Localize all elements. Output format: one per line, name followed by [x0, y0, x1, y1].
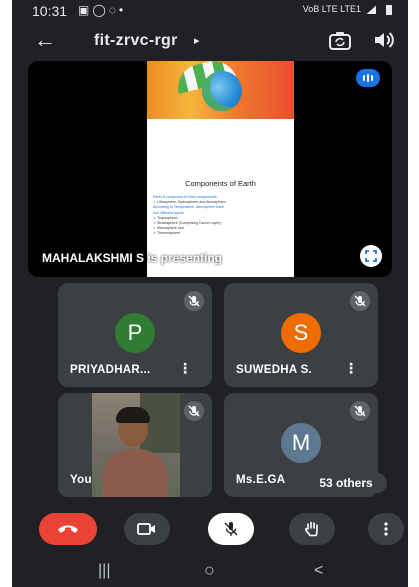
mic-off-icon — [350, 401, 370, 421]
self-view-tile[interactable]: You — [58, 393, 212, 497]
loop-icon: ◌ — [108, 3, 119, 17]
home-button[interactable]: ○ — [204, 560, 215, 581]
participant-name: PRIYADHAR... — [70, 364, 151, 376]
network-label: VoB LTE LTE1 — [302, 4, 361, 14]
battery-icon — [386, 4, 392, 15]
speaker-icon[interactable] — [372, 28, 396, 52]
more-vert-icon[interactable]: ⋮ — [344, 360, 358, 377]
audio-level-icon — [356, 69, 380, 87]
avatar: P — [115, 313, 155, 353]
nav-back-button[interactable]: < — [314, 562, 323, 580]
more-vert-icon — [384, 522, 388, 536]
presenter-label: MAHALAKSHMI S is presenting — [42, 251, 223, 265]
slide-line: ➢ Thermosphere — [153, 231, 181, 236]
self-video — [92, 393, 180, 497]
dot-icon: • — [118, 3, 127, 17]
signal-area: VoB LTE LTE1 — [303, 4, 392, 15]
avatar: S — [281, 313, 321, 353]
slide-body: Earth is composed of three components: ➢… — [153, 195, 289, 237]
participant-tile[interactable]: P PRIYADHAR... ⋮ — [58, 283, 212, 387]
whatsapp-icon: ◯ — [92, 3, 109, 17]
participant-tile[interactable]: S SUWEDHA S. ⋮ — [224, 283, 378, 387]
gallery-icon: ▣ — [78, 3, 93, 17]
end-call-button[interactable] — [39, 513, 97, 545]
meeting-code[interactable]: fit-zrvc-rgr — [94, 32, 178, 50]
raise-hand-button[interactable] — [289, 513, 335, 545]
more-vert-icon[interactable]: ⋮ — [178, 360, 192, 377]
mic-off-icon — [350, 291, 370, 311]
participant-name: Ms.E.GA — [236, 474, 286, 486]
video-camera-icon — [137, 523, 155, 535]
participant-name: You — [70, 474, 92, 486]
hand-icon — [304, 521, 318, 537]
phone-hangup-icon — [58, 525, 78, 533]
status-bar: 10:31 ▣◯◌• VoB LTE LTE1 — [12, 0, 408, 22]
mic-toggle-button[interactable] — [208, 513, 254, 545]
chevron-right-icon[interactable]: ▸ — [194, 34, 200, 47]
mic-off-icon — [184, 401, 204, 421]
fullscreen-icon — [365, 250, 377, 262]
system-nav-bar: ||| ○ < — [12, 558, 408, 587]
camera-toggle-button[interactable] — [124, 513, 170, 545]
fullscreen-button[interactable] — [360, 245, 382, 267]
switch-camera-icon[interactable] — [327, 28, 353, 54]
mic-off-icon — [224, 522, 238, 536]
signal-icon — [366, 5, 377, 15]
slide-heading: Components of Earth — [185, 179, 256, 188]
presentation-tile[interactable]: Components of Earth Earth is composed of… — [28, 61, 392, 277]
avatar: M — [281, 423, 321, 463]
participant-name: SUWEDHA S. — [236, 364, 313, 376]
back-arrow-icon[interactable]: ← — [34, 27, 56, 53]
app-bar: ← fit-zrvc-rgr ▸ — [12, 22, 408, 62]
mic-off-icon — [184, 291, 204, 311]
more-options-button[interactable] — [368, 513, 404, 545]
shared-slide: Components of Earth Earth is composed of… — [147, 61, 294, 277]
earth-illustration — [202, 71, 242, 111]
notification-icons: ▣◯◌• — [78, 3, 126, 17]
recents-button[interactable]: ||| — [98, 562, 110, 580]
others-count-chip[interactable]: 53 others — [305, 473, 387, 493]
status-time: 10:31 — [32, 3, 68, 19]
phone-screen: 10:31 ▣◯◌• VoB LTE LTE1 ← fit-zrvc-rgr ▸ — [12, 0, 408, 587]
